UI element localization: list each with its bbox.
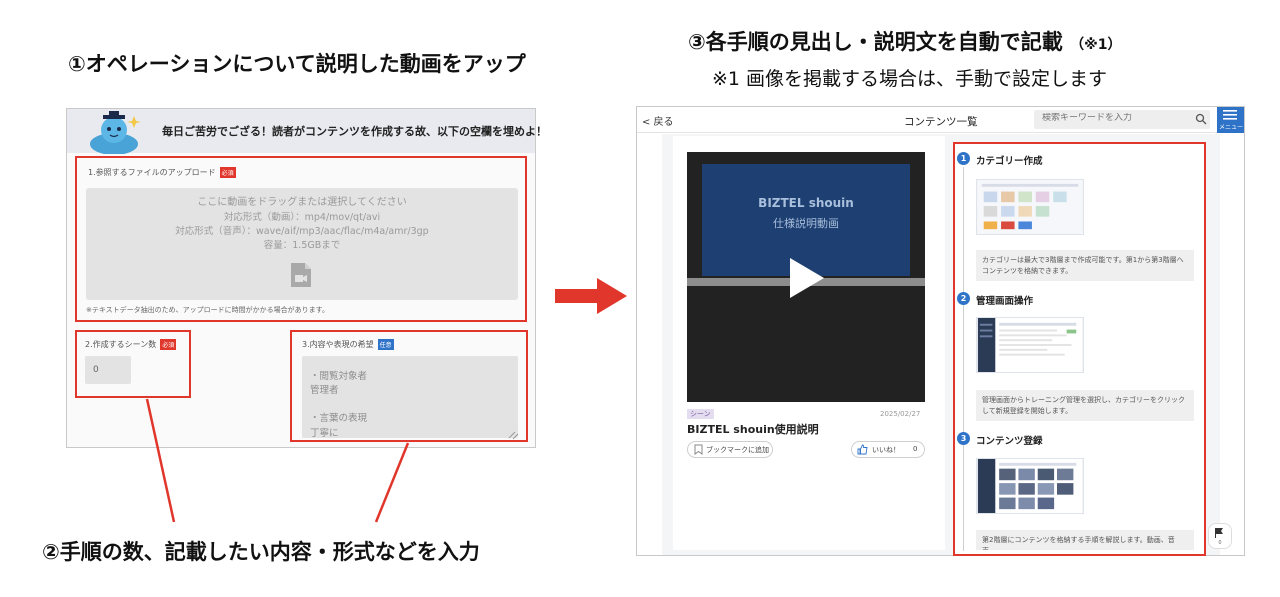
dropzone-instruction: ここに動画をドラッグまたは選択してください: [197, 197, 407, 208]
samurai-mascot-icon: [90, 111, 141, 154]
step3-heading: ③各手順の見出し・説明文を自動で記載 （※1）: [688, 26, 1121, 56]
like-count: 0: [913, 445, 918, 453]
wish-line: 管理者: [310, 385, 339, 396]
required-badge: 必須: [160, 339, 177, 350]
bookmark-flag-icon: [1215, 528, 1223, 538]
content-wish-label-text: 3.内容や表現の希望: [302, 340, 374, 349]
banner-text: 毎日ご苦労でござる！読者がコンテンツを作成する故、以下の空欄を埋めよ！: [162, 125, 547, 138]
steps-highlight-box: [953, 142, 1206, 556]
wish-line: ・言葉の表現: [310, 413, 368, 424]
upload-field-label: 1.参照するファイルのアップロード 必須: [88, 167, 236, 178]
upload-label-text: 1.参照するファイルのアップロード: [88, 168, 216, 177]
slide-subtitle: 仕様説明動画: [773, 217, 839, 230]
bookmark-label: ブックマークに追加: [706, 446, 769, 454]
content-wish-label: 3.内容や表現の希望 任意: [302, 339, 394, 350]
thumbs-up-icon: [857, 444, 868, 455]
publish-date: 2025/02/27: [880, 410, 921, 418]
video-file-icon: [291, 263, 311, 287]
step3-note: ※1 画像を掲載する場合は、手動で設定します: [712, 68, 1108, 90]
flow-arrow-icon: [555, 278, 627, 314]
scene-count-label: 2.作成するシーン数 必須: [85, 339, 177, 350]
slide-title: BIZTEL shouin: [758, 196, 854, 210]
scene-count-label-text: 2.作成するシーン数: [85, 340, 157, 349]
hamburger-icon: [1223, 110, 1237, 120]
dropzone-size-limit: 容量：1.5GBまで: [263, 240, 341, 251]
back-link[interactable]: < 戻る: [642, 113, 674, 128]
menu-label: メニュー: [1218, 124, 1243, 131]
dropzone-video-formats: 対応形式（動画）：mp4/mov/qt/avi: [223, 212, 381, 223]
play-icon[interactable]: [786, 256, 826, 300]
required-badge: 必須: [219, 167, 236, 178]
like-label: いいね！: [872, 446, 900, 454]
page-title: コンテンツ一覧: [904, 116, 978, 128]
search-box: [1034, 110, 1210, 129]
step1-heading: ①オペレーションについて説明した動画をアップ: [68, 52, 526, 76]
step2-heading: ②手順の数、記載したい内容・形式などを入力: [42, 540, 480, 564]
step3-heading-text: ③各手順の見出し・説明文を自動で記載: [688, 30, 1063, 54]
wish-line: ・閲覧対象者: [310, 371, 368, 382]
dropzone-audio-formats: 対応形式（音声）：wave/aif/mp3/aac/flac/m4a/amr/3…: [175, 226, 429, 237]
step3-note-mark: （※1）: [1070, 37, 1122, 53]
bookmark-icon: [694, 444, 703, 455]
wish-line: 丁寧に: [310, 428, 339, 439]
scene-count-input[interactable]: 0: [85, 356, 131, 384]
optional-badge: 任意: [377, 339, 394, 350]
scene-badge: シーン: [687, 409, 714, 419]
bookmark-count: 0: [1218, 540, 1222, 546]
search-input[interactable]: [1042, 113, 1182, 123]
upload-note: ※テキストデータ抽出のため、アップロードに時間がかかる場合があります。: [86, 306, 329, 314]
video-title: BIZTEL shouin使用説明: [687, 423, 819, 436]
search-icon[interactable]: [1195, 113, 1207, 125]
